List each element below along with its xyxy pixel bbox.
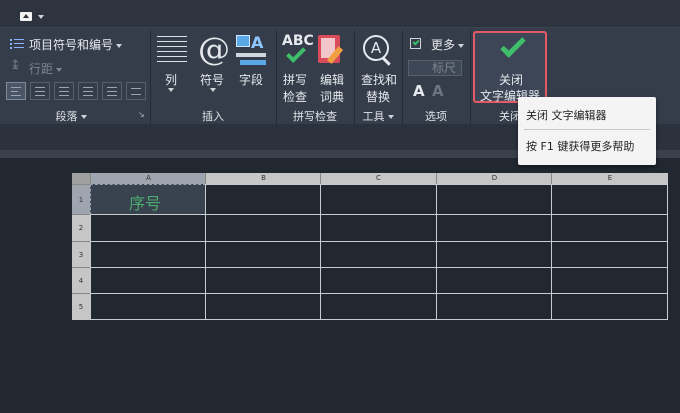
align-right-button[interactable] <box>54 82 74 100</box>
spellcheck-button-line2[interactable]: 检查 <box>283 88 307 105</box>
tooltip-divider <box>524 129 650 130</box>
table-cell[interactable] <box>205 241 321 268</box>
quick-access-bar <box>0 0 680 28</box>
column-header[interactable]: A <box>90 173 206 184</box>
row-header[interactable]: 4 <box>72 267 90 293</box>
line-spacing-icon: ↨ <box>10 58 21 73</box>
spellcheck-button[interactable]: 拼写 <box>283 71 307 88</box>
align-center-button[interactable] <box>30 82 50 100</box>
panel-title-paragraph[interactable]: 段落 <box>0 109 142 125</box>
align-left-button[interactable] <box>6 82 26 100</box>
app-menu-icon[interactable] <box>20 12 32 21</box>
dialog-launcher-icon[interactable]: ↘ <box>138 110 145 119</box>
checkmark-icon <box>500 32 526 58</box>
table-cell[interactable] <box>320 267 437 294</box>
field-button[interactable]: 字段 <box>239 71 263 88</box>
table-cell[interactable] <box>551 241 668 268</box>
checkbox-icon <box>410 38 421 49</box>
table-cell[interactable] <box>551 184 668 215</box>
chevron-down-icon <box>116 43 123 48</box>
line-spacing-label: 行距 <box>29 62 54 76</box>
chevron-down-icon[interactable] <box>38 15 44 19</box>
tooltip: 关闭 文字编辑器 按 F1 键获得更多帮助 <box>518 97 656 165</box>
table-cell[interactable] <box>90 214 206 242</box>
symbol-button[interactable]: 符号 <box>200 71 224 88</box>
text-shrink-icon[interactable]: A <box>432 82 444 100</box>
column-header[interactable]: C <box>320 173 436 184</box>
table-cell[interactable] <box>436 184 552 215</box>
row-header[interactable]: 2 <box>72 214 90 241</box>
line-spacing-button[interactable]: 行距 <box>29 60 63 77</box>
table-cell[interactable] <box>436 241 552 268</box>
panel-title-insert: 插入 <box>202 110 224 123</box>
row-header[interactable]: 5 <box>72 293 90 320</box>
more-button[interactable]: 更多 <box>431 36 465 53</box>
table-corner[interactable] <box>72 173 90 184</box>
justify-button[interactable] <box>78 82 98 100</box>
text-enlarge-icon[interactable]: A <box>413 82 425 100</box>
tooltip-help: 按 F1 键获得更多帮助 <box>526 140 635 153</box>
column-header[interactable]: B <box>205 173 321 184</box>
table-cell[interactable] <box>90 293 206 320</box>
chevron-down-icon <box>387 115 394 119</box>
table-cell[interactable] <box>436 293 552 320</box>
table-cell[interactable] <box>205 184 321 215</box>
table-cell[interactable] <box>320 241 437 268</box>
table-grid: A B C D E 1 2 3 4 5 序号 <box>72 173 668 320</box>
close-text-editor-button[interactable]: 关闭 文字编辑器 <box>473 31 547 103</box>
column-header[interactable]: D <box>436 173 552 184</box>
table-cell[interactable] <box>436 267 552 294</box>
panel-title-options: 选项 <box>425 110 447 123</box>
table-cell[interactable] <box>320 293 437 320</box>
table-cell[interactable] <box>320 184 437 215</box>
table-cell[interactable] <box>205 214 321 242</box>
bullets-numbering-label: 项目符号和编号 <box>29 38 114 52</box>
bullets-numbering-button[interactable]: 项目符号和编号 <box>29 36 123 53</box>
table-cell[interactable] <box>551 214 668 242</box>
table-cell[interactable] <box>436 214 552 242</box>
table-cell[interactable] <box>551 267 668 294</box>
table-cell[interactable] <box>205 293 321 320</box>
cell-text: 序号 <box>129 194 162 213</box>
at-symbol-icon: @ <box>198 30 230 68</box>
panel-title-spellcheck: 拼写检查 <box>293 110 337 123</box>
row-header[interactable]: 1 <box>72 184 90 214</box>
table-cell[interactable] <box>320 214 437 242</box>
column-header[interactable]: E <box>551 173 668 184</box>
field-icon: A <box>236 33 268 67</box>
chevron-down-icon <box>168 88 174 92</box>
table-cell[interactable] <box>90 267 206 294</box>
paragraph-spacing-button[interactable] <box>126 82 146 100</box>
chevron-down-icon <box>56 67 63 72</box>
chevron-down-icon <box>80 115 87 119</box>
table-cell[interactable] <box>205 267 321 294</box>
close-label-1: 关闭 <box>499 73 524 87</box>
table-cell[interactable] <box>90 241 206 268</box>
edit-dictionary-button-line2[interactable]: 词典 <box>320 88 344 105</box>
columns-icon <box>157 36 187 66</box>
row-header[interactable]: 3 <box>72 241 90 267</box>
table-cell-a1[interactable]: 序号 <box>90 184 206 215</box>
tooltip-title: 关闭 文字编辑器 <box>526 109 607 122</box>
bullet-list-icon <box>10 38 24 50</box>
distribute-button[interactable] <box>102 82 122 100</box>
edit-dictionary-button[interactable]: 编辑 <box>320 71 344 88</box>
chevron-down-icon <box>210 88 216 92</box>
panel-separator <box>470 30 471 126</box>
find-replace-button-line2[interactable]: 替换 <box>366 88 390 105</box>
panel-title-tools[interactable]: 工具 <box>354 109 402 125</box>
table-cell[interactable] <box>551 293 668 320</box>
ruler-toggle[interactable]: 标尺 <box>408 60 462 76</box>
find-replace-button[interactable]: 查找和 <box>361 71 397 88</box>
chevron-down-icon <box>458 43 465 48</box>
columns-button[interactable]: 列 <box>165 71 177 88</box>
